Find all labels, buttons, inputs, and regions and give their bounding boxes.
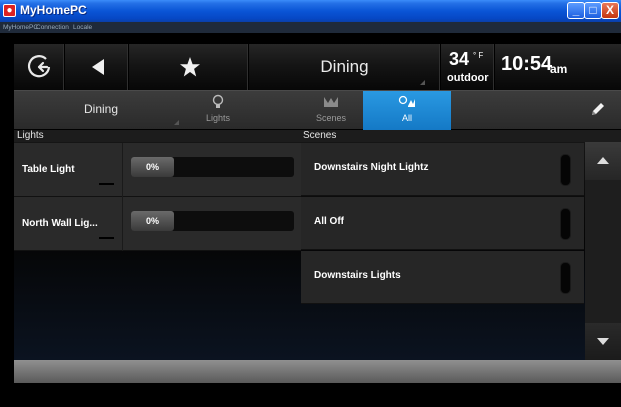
clock-time: 10:54 xyxy=(501,53,553,75)
bottom-background xyxy=(0,383,621,407)
lights-section-title: Lights xyxy=(17,130,44,141)
favorites-button[interactable] xyxy=(129,44,249,90)
scene-row-downstairs-lights[interactable]: Downstairs Lights xyxy=(301,251,584,304)
clock-ampm: am xyxy=(550,62,568,76)
left-edge xyxy=(0,33,14,383)
lights-section-header: Lights xyxy=(14,130,302,142)
weather-widget[interactable]: 34 ° F outdoor xyxy=(441,44,495,90)
scenes-section-header: Scenes xyxy=(300,130,621,142)
maximize-button[interactable]: □ xyxy=(584,2,602,19)
minimize-button[interactable]: _ xyxy=(567,2,585,19)
light-status-mark xyxy=(99,237,114,239)
dimmer-slider[interactable]: 0% xyxy=(131,157,294,177)
light-name: North Wall Lig... xyxy=(22,218,98,229)
temperature-unit: ° F xyxy=(473,51,484,60)
corner-indicator xyxy=(420,80,425,85)
temperature-label: outdoor xyxy=(447,72,489,84)
back-button[interactable] xyxy=(65,44,129,90)
lightbulb-icon xyxy=(212,94,224,108)
pencil-icon[interactable] xyxy=(589,101,606,118)
room-selector-label: Dining xyxy=(83,102,119,116)
scene-name: Downstairs Night Lightz xyxy=(314,162,429,173)
temperature-value: 34 xyxy=(449,49,470,69)
home-button[interactable] xyxy=(14,44,65,90)
scenes-section-title: Scenes xyxy=(303,130,337,141)
tab-scenes[interactable]: Scenes xyxy=(300,91,362,130)
scroll-up-button[interactable] xyxy=(585,142,621,180)
light-status-mark xyxy=(99,183,114,185)
top-control-bar: Dining 34 ° F outdoor 10:54 am xyxy=(14,44,621,90)
menu-bar: MyHomePC Connection Locale xyxy=(0,22,621,33)
window-title: MyHomePC xyxy=(20,3,87,17)
dimmer-knob[interactable]: 0% xyxy=(131,157,174,177)
scene-status-indicator xyxy=(560,262,571,294)
divider xyxy=(122,143,123,197)
window-titlebar: ● MyHomePC _ □ X xyxy=(0,0,621,22)
tab-all[interactable]: All xyxy=(363,91,451,130)
room-selector[interactable]: Dining xyxy=(14,91,184,130)
corner-indicator xyxy=(174,120,179,125)
tab-lights[interactable]: Lights xyxy=(187,91,249,130)
all-icon xyxy=(398,95,415,107)
divider xyxy=(122,197,123,251)
scenes-scrollbar[interactable] xyxy=(585,142,621,360)
back-arrow-icon xyxy=(92,59,104,75)
room-title: Dining xyxy=(320,57,369,76)
light-row-north-wall[interactable]: North Wall Lig... 0% xyxy=(14,197,301,251)
scene-name: Downstairs Lights xyxy=(314,270,401,281)
scene-status-indicator xyxy=(560,154,571,186)
scenes-icon xyxy=(324,97,338,107)
scroll-down-button[interactable] xyxy=(585,323,621,360)
menu-item-locale[interactable]: Locale xyxy=(73,22,92,33)
scene-status-indicator xyxy=(560,208,571,240)
room-title-cell[interactable]: Dining xyxy=(249,44,441,90)
star-icon xyxy=(180,57,200,77)
tab-lights-label: Lights xyxy=(205,113,231,123)
scene-row-downstairs-night-lightz[interactable]: Downstairs Night Lightz xyxy=(301,143,584,196)
scene-row-all-off[interactable]: All Off xyxy=(301,197,584,250)
light-name: Table Light xyxy=(22,164,75,175)
chevron-up-icon xyxy=(597,157,609,164)
light-row-table-light[interactable]: Table Light 0% xyxy=(14,143,301,197)
bottom-bar xyxy=(14,360,621,383)
scene-name: All Off xyxy=(314,216,344,227)
menu-item-connection[interactable]: Connection xyxy=(36,22,69,33)
app-icon: ● xyxy=(3,4,16,17)
tab-bar: Dining Lights Scenes All xyxy=(14,90,621,130)
close-button[interactable]: X xyxy=(601,2,619,19)
clock-widget: 10:54 am xyxy=(495,44,573,90)
tab-scenes-label: Scenes xyxy=(315,113,347,123)
home-g-icon xyxy=(27,55,51,78)
menu-item-myhomepc[interactable]: MyHomePC xyxy=(3,22,38,33)
chevron-down-icon xyxy=(597,338,609,345)
dimmer-knob[interactable]: 0% xyxy=(131,211,174,231)
tab-all-label: All xyxy=(401,113,412,123)
dimmer-slider[interactable]: 0% xyxy=(131,211,294,231)
